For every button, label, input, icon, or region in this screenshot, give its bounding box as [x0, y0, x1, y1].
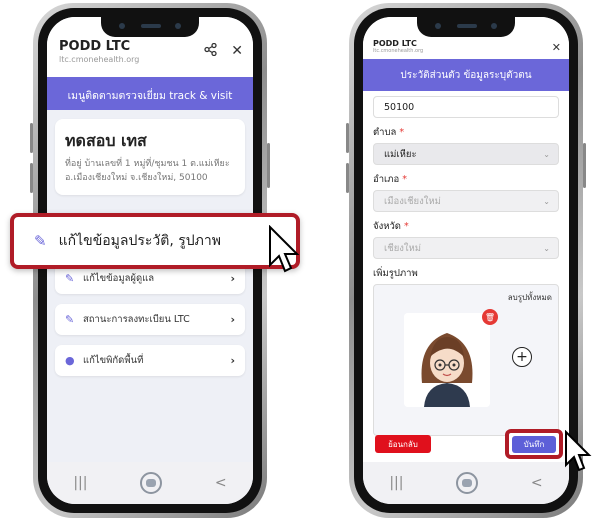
- back-icon[interactable]: <: [531, 475, 543, 491]
- android-nav-bar: ||| <: [47, 462, 253, 504]
- right-screen: PODD LTC ltc.cmonehealth.org ✕ ประวัติส่…: [363, 17, 569, 504]
- app-title: PODD LTC: [373, 39, 417, 48]
- mouse-cursor-icon: [565, 430, 592, 472]
- patient-address: ที่อยู่ บ้านเลขที่ 1 หมู่ที่/ชุมชน 1 ต.แ…: [65, 159, 230, 183]
- postcode-field[interactable]: 50100: [373, 96, 559, 118]
- chevron-down-icon: ⌄: [543, 243, 550, 253]
- edit-icon: ✎: [65, 272, 75, 285]
- edit-profile-menu-item[interactable]: ✎ แก้ไขข้อมูลประวัติ, รูปภาพ: [10, 213, 300, 269]
- delete-all-photos-link[interactable]: ลบรูปทั้งหมด: [508, 291, 552, 304]
- close-icon[interactable]: ✕: [552, 41, 561, 54]
- profile-photo: [404, 313, 490, 407]
- map-pin-icon: ●: [65, 354, 75, 367]
- subdistrict-label: ตำบล *: [373, 127, 405, 138]
- edit-icon: ✎: [34, 232, 47, 250]
- recent-apps-icon[interactable]: |||: [73, 475, 87, 491]
- mouse-cursor-icon: [269, 225, 300, 273]
- district-select[interactable]: เมืองเชียงใหม่ ⌄: [373, 190, 559, 212]
- patient-card: ทดสอบ เทส ที่อยู่ บ้านเลขที่ 1 หมู่ที่/ช…: [55, 119, 245, 195]
- app-url: ltc.cmonehealth.org: [373, 48, 424, 54]
- province-label: จังหวัด *: [373, 221, 409, 232]
- photo-upload-box: ลบรูปทั้งหมด 🗑 +: [373, 284, 559, 436]
- home-icon[interactable]: [456, 472, 479, 494]
- profile-banner: ประวัติส่วนตัว ข้อมูลระบุตัวตน: [363, 59, 569, 91]
- patient-name: ทดสอบ เทส: [65, 131, 147, 150]
- add-photo-icon[interactable]: +: [512, 347, 532, 367]
- close-icon[interactable]: ✕: [231, 43, 243, 60]
- home-icon[interactable]: [140, 472, 163, 494]
- district-label: อำเภอ *: [373, 174, 408, 185]
- chevron-down-icon: ⌄: [543, 196, 550, 206]
- chevron-down-icon: ⌄: [543, 149, 550, 159]
- edit-icon: ✎: [65, 313, 75, 326]
- delete-photo-icon[interactable]: 🗑: [482, 309, 498, 325]
- chevron-right-icon: ›: [230, 354, 235, 367]
- save-button-highlight: บันทึก: [505, 429, 563, 459]
- back-icon[interactable]: <: [215, 475, 227, 491]
- right-phone: PODD LTC ltc.cmonehealth.org ✕ ประวัติส่…: [346, 3, 586, 518]
- back-button[interactable]: ย้อนกลับ: [375, 435, 431, 453]
- edit-profile-label: แก้ไขข้อมูลประวัติ, รูปภาพ: [58, 233, 221, 249]
- province-select[interactable]: เชียงใหม่ ⌄: [373, 237, 559, 259]
- menu-banner: เมนูติดตามตรวจเยี่ยม track & visit: [47, 77, 253, 110]
- chevron-right-icon: ›: [230, 313, 235, 326]
- chevron-right-icon: ›: [230, 272, 235, 285]
- menu-item-location[interactable]: ● แก้ไขพิกัดพื้นที่ ›: [55, 345, 245, 376]
- photo-label: เพิ่มรูปภาพ: [373, 268, 418, 279]
- share-icon[interactable]: [204, 42, 217, 60]
- save-button[interactable]: บันทึก: [512, 435, 556, 453]
- android-nav-bar: ||| <: [363, 462, 569, 504]
- subdistrict-select[interactable]: แม่เหียะ ⌄: [373, 143, 559, 165]
- recent-apps-icon[interactable]: |||: [389, 475, 403, 491]
- menu-item-ltc-status[interactable]: ✎ สถานะการลงทะเบียน LTC ›: [55, 304, 245, 335]
